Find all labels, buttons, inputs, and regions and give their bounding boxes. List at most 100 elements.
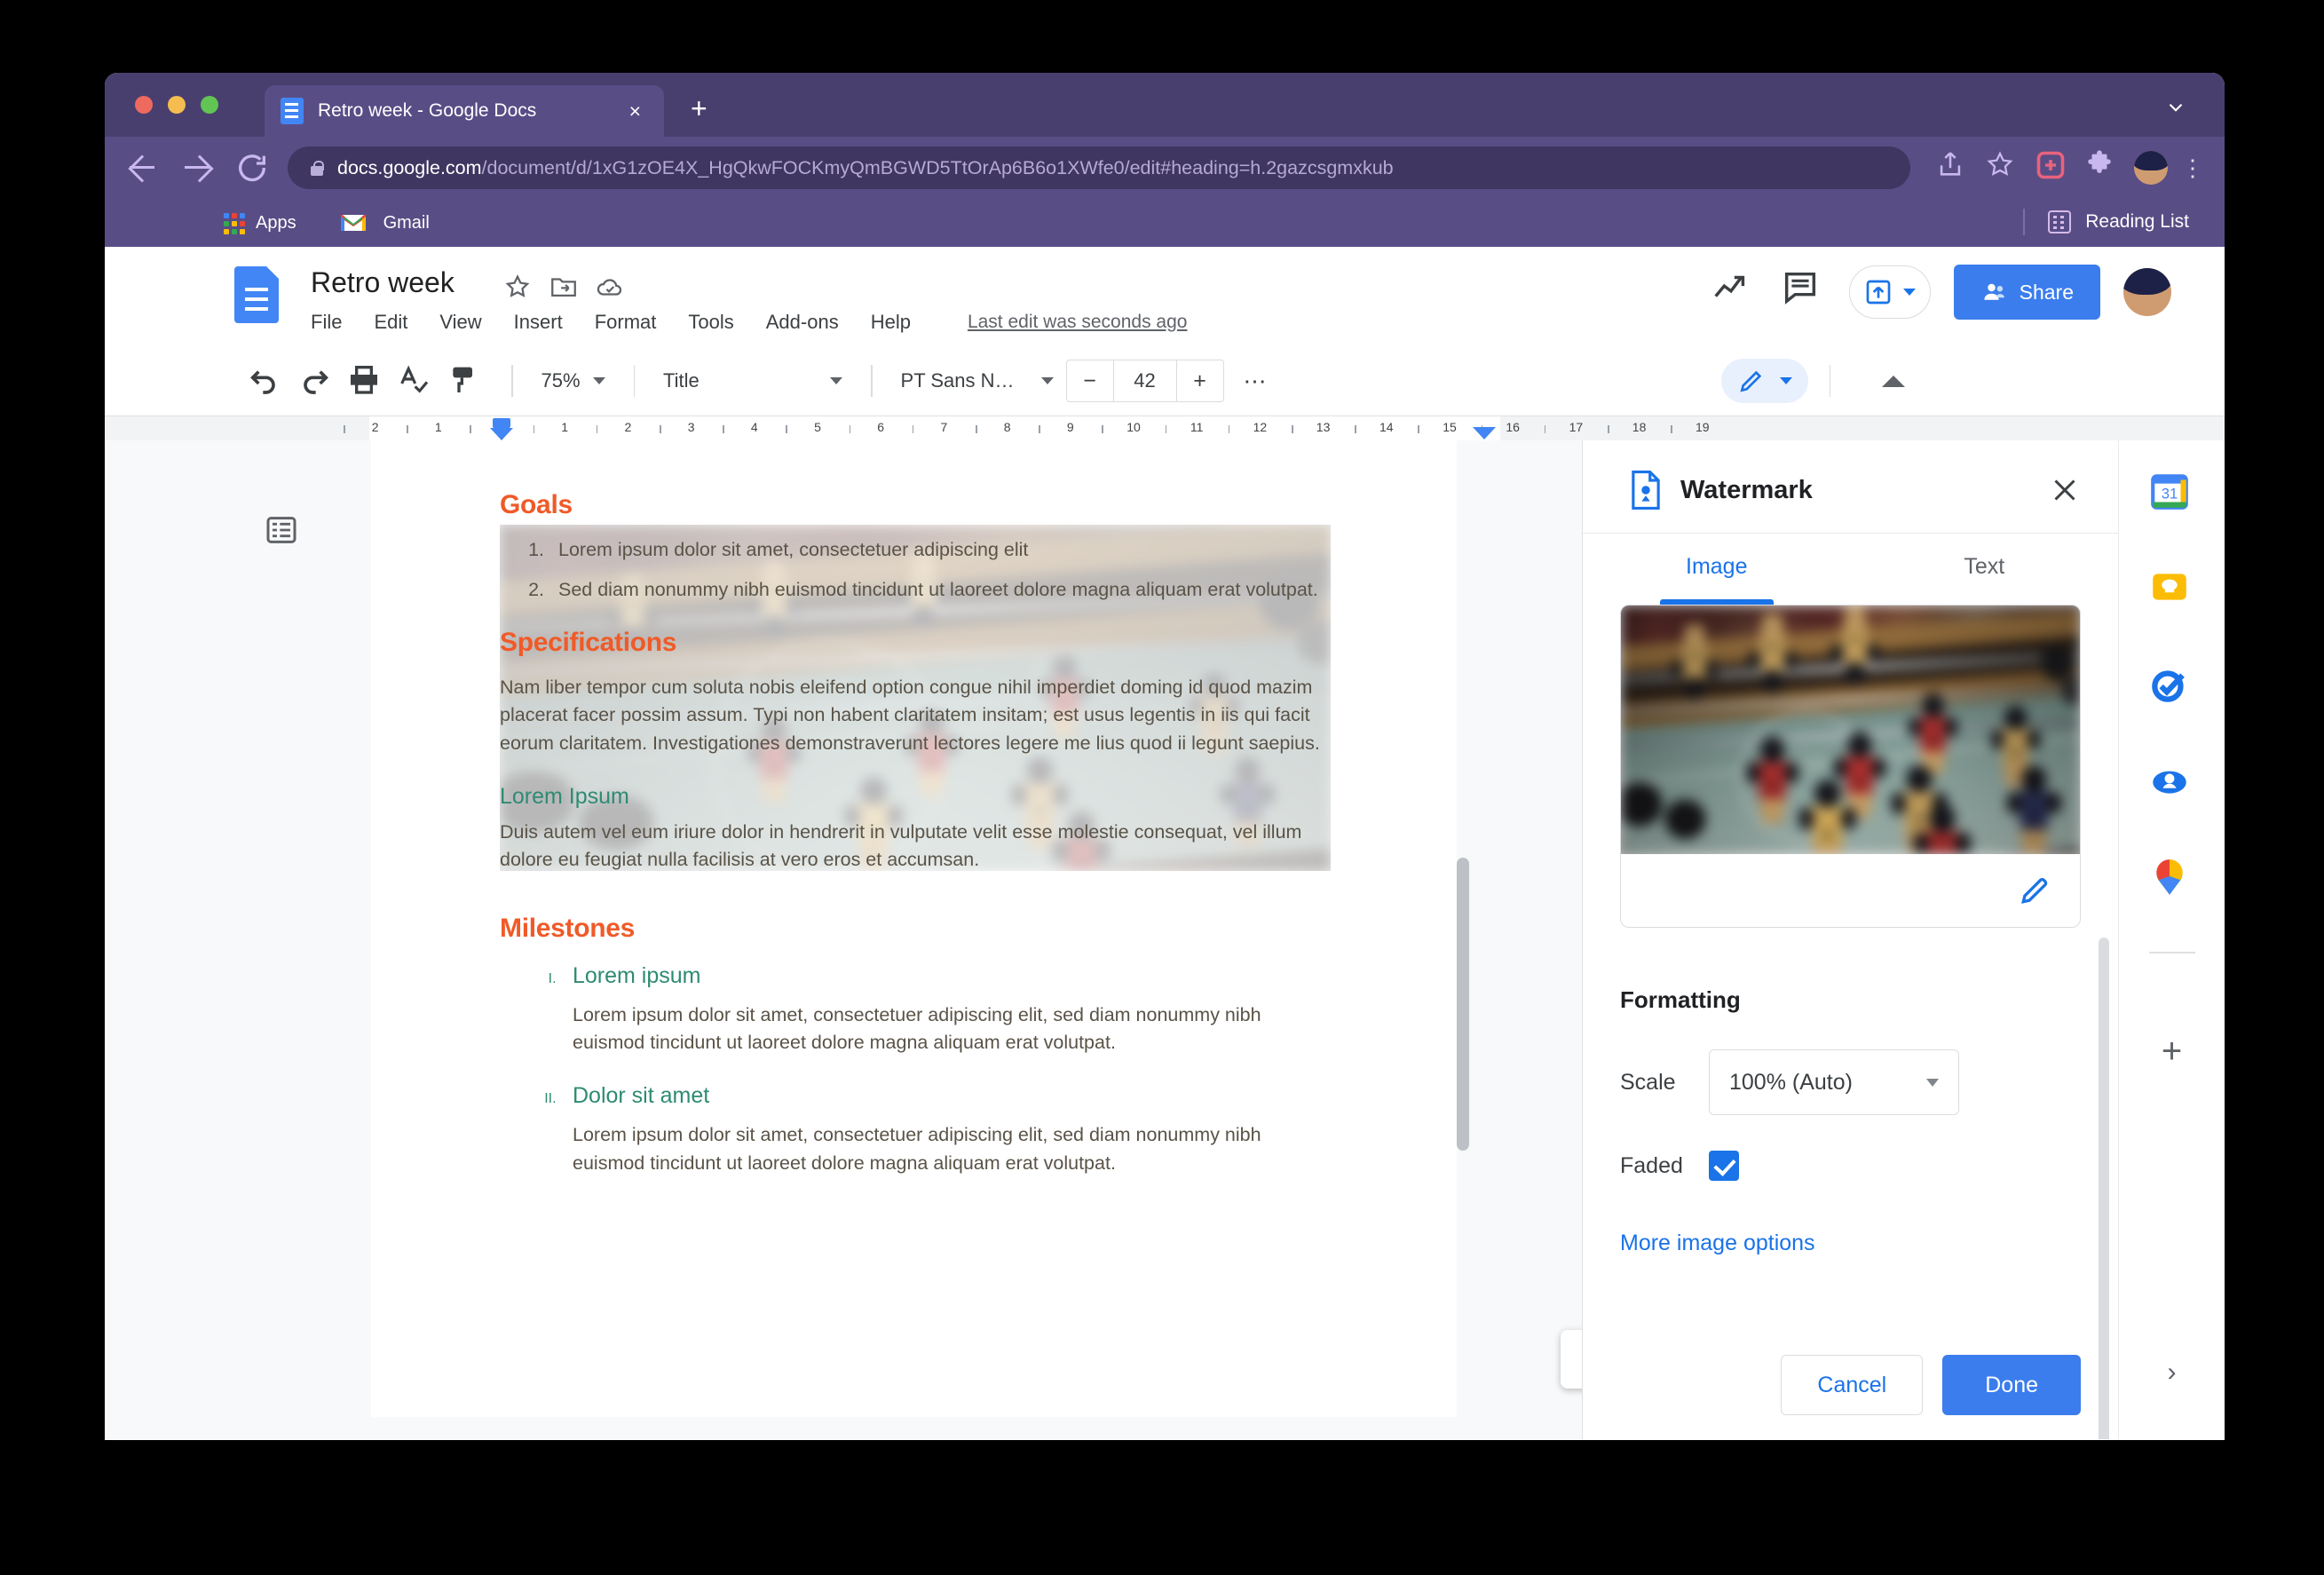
profile-avatar[interactable] — [2134, 151, 2168, 185]
google-calendar-icon[interactable]: 31 — [2147, 469, 2197, 518]
more-image-options-link[interactable]: More image options — [1620, 1231, 2081, 1256]
minimize-window-button[interactable] — [168, 96, 186, 114]
docs-header-actions: Share — [1711, 265, 2171, 320]
google-contacts-icon[interactable] — [2147, 758, 2197, 808]
forward-button[interactable] — [179, 150, 215, 186]
ruler-tick-label: 19 — [1696, 420, 1710, 434]
gmail-icon[interactable] — [339, 212, 368, 233]
menu-view[interactable]: View — [439, 311, 481, 334]
list-item: Dolor sit amet Lorem ipsum dolor sit ame… — [560, 1083, 1328, 1177]
editing-mode-button[interactable] — [1720, 359, 1808, 403]
reading-list-button[interactable]: Reading List — [2023, 209, 2189, 235]
font-size-stepper[interactable]: − 42 + — [1065, 360, 1224, 402]
star-icon[interactable] — [502, 272, 533, 302]
font-family-dropdown[interactable]: PT Sans N… — [889, 360, 1066, 402]
browser-tab[interactable]: Retro week - Google Docs × — [265, 85, 664, 137]
done-button[interactable]: Done — [1942, 1355, 2081, 1415]
paint-format-icon[interactable] — [446, 361, 485, 400]
right-indent-handle[interactable] — [1473, 427, 1496, 439]
close-tab-icon[interactable]: × — [622, 98, 648, 125]
bookmark-gmail-label[interactable]: Gmail — [383, 213, 430, 233]
more-toolbar-options-icon[interactable]: ⋯ — [1244, 368, 1269, 395]
document-scrollbar[interactable] — [1457, 858, 1469, 1151]
spellcheck-icon[interactable] — [396, 361, 435, 400]
bookmark-apps-label[interactable]: Apps — [256, 213, 296, 233]
undo-icon[interactable] — [247, 361, 286, 400]
print-icon[interactable] — [346, 361, 385, 400]
toolbar-divider — [511, 365, 513, 397]
docs-menu-bar: File Edit View Insert Format Tools Add-o… — [311, 311, 1187, 334]
menu-edit[interactable]: Edit — [374, 311, 407, 334]
document-content[interactable]: Goals Lorem ipsum dolor sit amet, consec… — [371, 440, 1457, 1204]
menu-insert[interactable]: Insert — [514, 311, 563, 334]
present-publish-button[interactable] — [1848, 265, 1931, 319]
google-docs-app: Retro week File Edit View Insert Format … — [105, 247, 2225, 1440]
tab-image[interactable]: Image — [1583, 534, 1851, 605]
extension-badge-icon[interactable] — [2035, 149, 2072, 186]
first-line-indent-handle[interactable] — [493, 418, 510, 428]
ruler-tick-label: 8 — [1003, 420, 1011, 434]
document-ruler[interactable]: 2 1 1 2 3 4 5 6 7 8 9 10 11 12 13 14 15 16 17 18 19 — [105, 416, 2225, 441]
watermark-actions: Cancel Done — [1583, 1355, 2118, 1415]
google-keep-icon[interactable] — [2147, 565, 2197, 614]
pencil-icon[interactable] — [2018, 874, 2051, 907]
scale-label: Scale — [1620, 1069, 1676, 1095]
ruler-tick-mark — [596, 425, 598, 433]
back-button[interactable] — [124, 150, 160, 186]
left-indent-handle[interactable] — [490, 428, 513, 440]
faded-label: Faded — [1620, 1152, 1683, 1178]
menu-file[interactable]: File — [311, 311, 342, 334]
document-title[interactable]: Retro week — [311, 266, 455, 299]
zoom-dropdown[interactable]: 75% — [529, 360, 618, 402]
menu-tools[interactable]: Tools — [688, 311, 733, 334]
panel-vertical-scrollbar[interactable] — [2099, 938, 2109, 1439]
bookmark-star-icon[interactable] — [1985, 149, 2022, 186]
document-outline-button[interactable] — [256, 504, 307, 556]
scale-select[interactable]: 100% (Auto) — [1709, 1049, 1959, 1115]
menu-help[interactable]: Help — [871, 311, 911, 334]
browser-menu-icon[interactable]: ⋮ — [2180, 154, 2205, 182]
paragraph-specifications: Nam liber tempor cum soluta nobis eleife… — [500, 676, 1320, 754]
expand-panel-icon[interactable]: › — [2168, 1357, 2177, 1388]
add-side-panel-icon[interactable]: + — [2147, 1026, 2197, 1076]
maximize-window-button[interactable] — [201, 96, 218, 114]
font-size-value[interactable]: 42 — [1112, 360, 1177, 401]
ruler-tick-mark — [1671, 425, 1672, 433]
comment-history-icon[interactable] — [1780, 267, 1830, 317]
menu-addons[interactable]: Add-ons — [766, 311, 839, 334]
font-size-decrease-button[interactable]: − — [1067, 360, 1113, 401]
apps-grid-icon[interactable] — [224, 213, 245, 234]
chevron-down-icon[interactable] — [2164, 96, 2187, 119]
paragraph-style-dropdown[interactable]: Title — [651, 360, 855, 402]
address-bar[interactable]: docs.google.com/document/d/1xG1zOE4X_HgQ… — [288, 146, 1910, 189]
move-to-folder-icon[interactable] — [549, 272, 579, 302]
cancel-button[interactable]: Cancel — [1781, 1355, 1924, 1415]
faded-checkbox[interactable] — [1709, 1151, 1739, 1181]
account-avatar[interactable] — [2123, 268, 2171, 316]
cloud-saved-icon[interactable] — [595, 272, 625, 302]
document-page[interactable]: Goals Lorem ipsum dolor sit amet, consec… — [371, 440, 1469, 1417]
tab-text[interactable]: Text — [1851, 534, 2119, 605]
zoom-value: 75% — [541, 369, 581, 392]
google-maps-icon[interactable] — [2147, 856, 2197, 906]
font-size-increase-button[interactable]: + — [1177, 360, 1223, 401]
ruler-tick-label: 4 — [750, 420, 758, 434]
ruler-tick-label: 10 — [1126, 420, 1141, 434]
share-button[interactable]: Share — [1953, 265, 2100, 320]
puzzle-extensions-icon[interactable] — [2084, 149, 2122, 186]
new-tab-button[interactable]: + — [691, 94, 707, 123]
share-icon[interactable] — [1935, 149, 1972, 186]
list-item: Sed diam nonummy nibh euismod tincidunt … — [549, 576, 1328, 604]
close-icon[interactable] — [2049, 474, 2081, 506]
menu-format[interactable]: Format — [595, 311, 657, 334]
hide-menus-chevron-up-icon[interactable] — [1882, 375, 1905, 387]
url-path: /document/d/1xG1zOE4X_HgQkwFOCKmyQmBGWD5… — [481, 156, 1394, 178]
url-domain: docs.google.com — [337, 156, 482, 178]
google-tasks-icon[interactable] — [2147, 662, 2197, 712]
last-edit-label[interactable]: Last edit was seconds ago — [968, 312, 1188, 333]
redo-icon[interactable] — [296, 361, 336, 400]
activity-dashboard-icon[interactable] — [1711, 267, 1760, 317]
close-window-button[interactable] — [135, 96, 153, 114]
reload-icon[interactable] — [234, 150, 270, 186]
toolbar-right-group — [1720, 359, 1905, 403]
